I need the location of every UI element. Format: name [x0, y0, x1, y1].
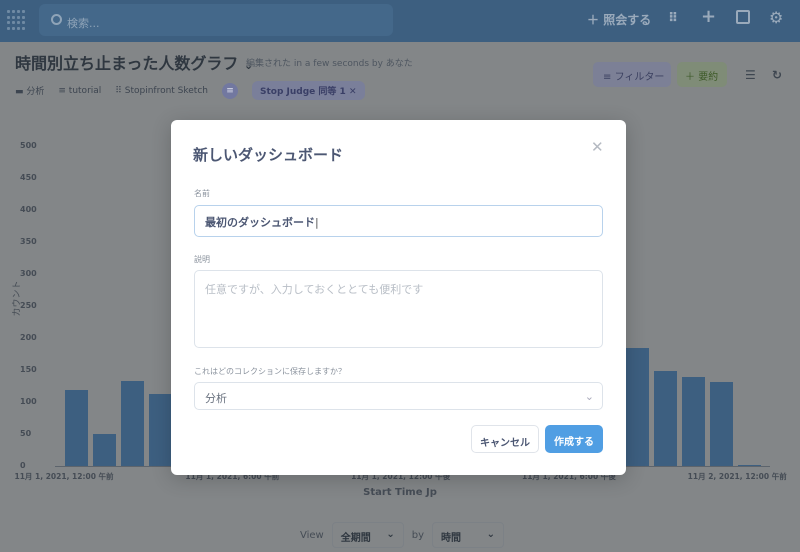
crumb-collection[interactable]: ▬ 分析	[15, 84, 44, 97]
crumb-database[interactable]: ≡ tutorial	[58, 86, 101, 96]
bar[interactable]	[654, 371, 677, 466]
y-tick-label: 200	[20, 333, 50, 342]
ask-question-button[interactable]: ＋ 照会する	[587, 11, 651, 28]
y-tick-label: 0	[20, 461, 50, 470]
chevron-down-icon: ⌄	[487, 529, 495, 541]
plus-icon[interactable]: +	[701, 6, 716, 27]
search-input[interactable]: 検索...	[39, 4, 393, 36]
collection-label: これはどのコレクションに保存しますか？	[194, 366, 346, 377]
x-axis-label: Start Time Jp	[0, 487, 800, 498]
new-dashboard-modal: 新しいダッシュボード ✕ 名前 最初のダッシュボード| 説明 任意ですが、入力し…	[171, 120, 626, 475]
grid-icon[interactable]: ⠿	[668, 11, 678, 26]
collection-select[interactable]: 分析⌄	[194, 382, 603, 410]
metabase-logo-icon[interactable]	[7, 10, 27, 30]
cancel-button[interactable]: キャンセル	[471, 425, 539, 453]
search-icon	[51, 14, 62, 25]
y-tick-label: 450	[20, 173, 50, 182]
refresh-icon[interactable]: ↻	[772, 68, 782, 82]
y-tick-label: 100	[20, 397, 50, 406]
name-input[interactable]: 最初のダッシュボード|	[194, 205, 603, 237]
filter-button[interactable]: ≡ フィルター	[593, 62, 671, 87]
name-label: 名前	[194, 188, 210, 199]
x-tick-label: 11月 1, 2021, 12:00 午前	[14, 471, 113, 482]
edit-info[interactable]: 編集された in a few seconds by あなた	[246, 56, 413, 69]
filter-pill[interactable]: Stop Judge 同等 1 ✕	[252, 81, 365, 100]
page-title[interactable]: 時間別立ち止まった人数グラフ ⌄	[15, 50, 253, 74]
bar[interactable]	[682, 377, 705, 466]
y-tick-label: 500	[20, 141, 50, 150]
close-icon[interactable]: ✕	[591, 138, 604, 156]
chevron-down-icon: ⌄	[386, 529, 394, 541]
filter-icon[interactable]: ≡	[222, 83, 238, 99]
y-tick-label: 400	[20, 205, 50, 214]
y-tick-label: 50	[20, 429, 50, 438]
list-icon[interactable]: ☰	[745, 68, 756, 82]
gear-icon[interactable]: ⚙	[769, 8, 783, 27]
bar[interactable]	[121, 381, 144, 466]
top-nav: 検索... ＋ 照会する ⠿ + ⚙	[0, 0, 800, 42]
terminal-icon[interactable]	[736, 10, 750, 24]
y-tick-label: 300	[20, 269, 50, 278]
unit-select[interactable]: 時間⌄	[432, 522, 504, 548]
breadcrumb: ▬ 分析 ≡ tutorial ⠿ Stopinfront Sketch ≡ S…	[15, 81, 365, 100]
modal-title: 新しいダッシュボード	[193, 144, 343, 165]
y-tick-label: 350	[20, 237, 50, 246]
summarize-button[interactable]: ＋ 要約	[677, 62, 727, 87]
y-tick-label: 150	[20, 365, 50, 374]
y-axis-label: カウント	[10, 280, 23, 316]
description-textarea[interactable]: 任意ですが、入力しておくととても便利です	[194, 270, 603, 348]
view-controls: View 全期間⌄ by 時間⌄	[300, 522, 504, 548]
description-label: 説明	[194, 254, 210, 265]
period-select[interactable]: 全期間⌄	[332, 522, 404, 548]
bar[interactable]	[65, 390, 88, 466]
crumb-table[interactable]: ⠿ Stopinfront Sketch	[115, 86, 208, 96]
create-button[interactable]: 作成する	[545, 425, 603, 453]
bar[interactable]	[738, 465, 761, 466]
y-tick-label: 250	[20, 301, 50, 310]
bar[interactable]	[626, 348, 649, 466]
x-tick-label: 11月 2, 2021, 12:00 午前	[688, 471, 787, 482]
chevron-down-icon: ⌄	[585, 390, 594, 403]
bar[interactable]	[149, 394, 172, 466]
bar[interactable]	[710, 382, 733, 466]
bar[interactable]	[93, 434, 116, 466]
